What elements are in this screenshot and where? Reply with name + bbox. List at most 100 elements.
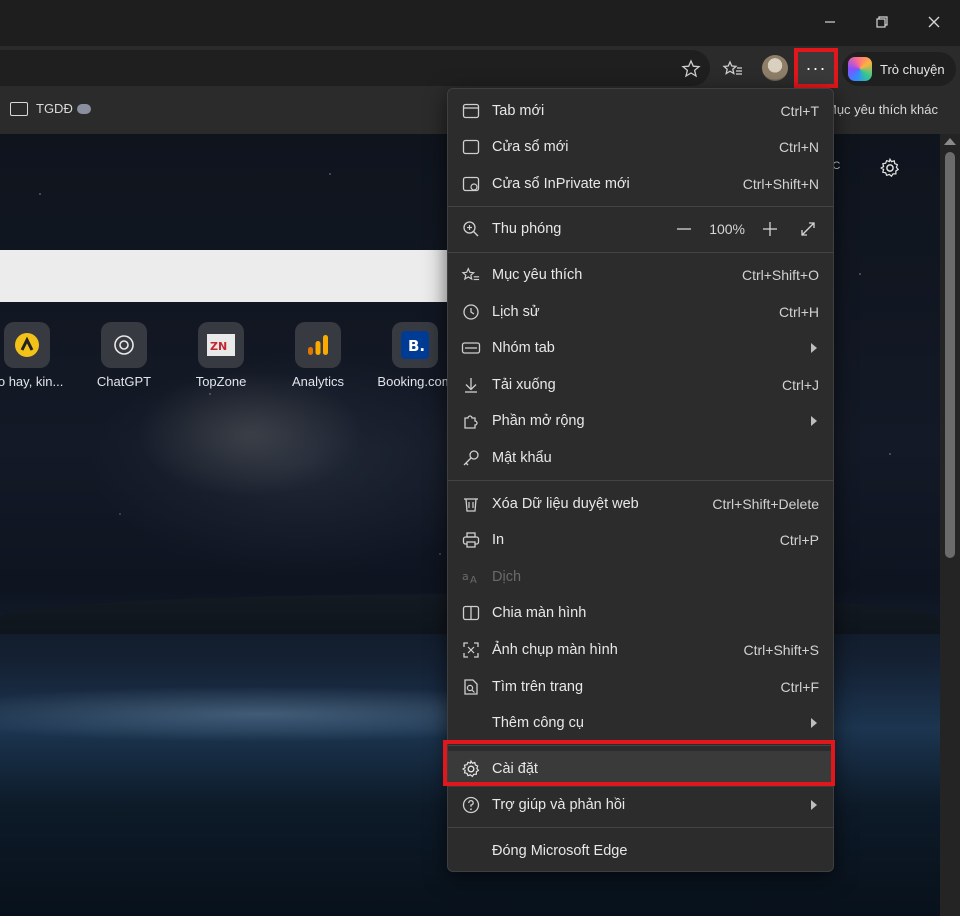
menu-item-help-and-feedback[interactable]: Trợ giúp và phản hồi bbox=[448, 787, 833, 823]
page-settings-button[interactable] bbox=[876, 154, 904, 182]
menu-item-shortcut: Ctrl+F bbox=[780, 679, 820, 695]
toolbar: ··· Trò chuyện bbox=[0, 46, 960, 92]
restore-button[interactable] bbox=[866, 8, 898, 36]
copilot-icon bbox=[848, 57, 872, 81]
screenshot-icon bbox=[460, 639, 482, 661]
zoom-out-button[interactable] bbox=[671, 216, 697, 242]
settings-highlight-box bbox=[443, 740, 835, 786]
zoom-level: 100% bbox=[709, 221, 745, 237]
menu-item-history[interactable]: Lịch sử Ctrl+H bbox=[448, 294, 833, 330]
web-search-box[interactable] bbox=[0, 250, 460, 302]
quick-link-tile[interactable]: ChatGPT bbox=[79, 322, 169, 389]
menu-item-label: Ảnh chụp màn hình bbox=[492, 642, 618, 658]
menu-item-print[interactable]: In Ctrl+P bbox=[448, 522, 833, 558]
svg-text:a: a bbox=[462, 570, 469, 583]
gamepad-icon bbox=[76, 103, 91, 114]
chat-label: Trò chuyện bbox=[880, 61, 945, 77]
menu-item-close-edge[interactable]: Đóng Microsoft Edge bbox=[448, 833, 833, 869]
history-icon bbox=[460, 301, 482, 323]
menu-item-label: Mật khẩu bbox=[492, 450, 552, 466]
favorites-button[interactable] bbox=[718, 54, 748, 84]
menu-item-new-tab[interactable]: Tab mới Ctrl+T bbox=[448, 93, 833, 129]
copilot-chat-button[interactable]: Trò chuyện bbox=[842, 52, 956, 86]
cat-icon bbox=[4, 322, 50, 368]
menu-item-shortcut: Ctrl+Shift+O bbox=[741, 267, 819, 283]
menu-item-passwords[interactable]: Mật khẩu bbox=[448, 440, 833, 476]
menu-item-label: Thu phóng bbox=[492, 221, 562, 237]
minus-icon bbox=[677, 228, 692, 230]
scroll-up-icon[interactable] bbox=[944, 138, 956, 145]
new-tab-icon bbox=[460, 100, 482, 122]
favorites-icon bbox=[460, 264, 482, 286]
folder-icon bbox=[10, 101, 28, 116]
menu-divider bbox=[448, 480, 833, 481]
menu-item-label: Cửa sổ mới bbox=[492, 139, 569, 155]
new-window-icon bbox=[460, 136, 482, 158]
menu-item-screenshot[interactable]: Ảnh chụp màn hình Ctrl+Shift+S bbox=[448, 632, 833, 668]
menu-item-shortcut: Ctrl+P bbox=[779, 532, 819, 548]
booking-icon: B. bbox=[392, 322, 438, 368]
svg-text:ZN: ZN bbox=[210, 340, 227, 353]
menu-item-label: Mục yêu thích bbox=[492, 267, 583, 283]
menu-item-label: Nhóm tab bbox=[492, 340, 555, 356]
favorites-folder-tgdd[interactable]: TGDĐ bbox=[10, 101, 91, 116]
menu-item-new-window[interactable]: Cửa sổ mới Ctrl+N bbox=[448, 129, 833, 165]
add-favorite-button[interactable] bbox=[676, 54, 706, 84]
download-icon bbox=[460, 374, 482, 396]
submenu-arrow-icon bbox=[811, 416, 817, 426]
menu-item-extensions[interactable]: Phần mở rộng bbox=[448, 403, 833, 439]
svg-text:B.: B. bbox=[408, 337, 425, 355]
settings-and-more-button[interactable]: ··· bbox=[794, 48, 838, 88]
menu-item-downloads[interactable]: Tải xuống Ctrl+J bbox=[448, 367, 833, 403]
scrollbar-thumb[interactable] bbox=[945, 152, 955, 558]
minimize-button[interactable] bbox=[814, 8, 846, 36]
menu-item-new-inprivate-window[interactable]: Cửa sổ InPrivate mới Ctrl+Shift+N bbox=[448, 166, 833, 202]
address-bar[interactable] bbox=[0, 50, 710, 86]
menu-item-translate: aA Dịch bbox=[448, 559, 833, 595]
menu-item-shortcut: Ctrl+N bbox=[778, 139, 819, 155]
menu-item-shortcut: Ctrl+Shift+N bbox=[742, 176, 819, 192]
other-favorites[interactable]: Mục yêu thích khác bbox=[826, 102, 938, 117]
key-icon bbox=[460, 447, 482, 469]
full-screen-button[interactable] bbox=[795, 216, 821, 242]
analytics-icon bbox=[295, 322, 341, 368]
minimize-icon bbox=[825, 21, 835, 23]
submenu-arrow-icon bbox=[811, 718, 817, 728]
star-icon bbox=[681, 59, 701, 78]
profile-avatar[interactable] bbox=[762, 55, 788, 81]
quick-link-tile[interactable]: ZN TopZone bbox=[176, 322, 266, 389]
quick-link-label: eo hay, kin... bbox=[0, 374, 64, 389]
close-window-button[interactable] bbox=[918, 8, 950, 36]
submenu-arrow-icon bbox=[811, 343, 817, 353]
menu-item-label: Tìm trên trang bbox=[492, 679, 584, 695]
tab-groups-icon bbox=[460, 337, 482, 359]
topzone-icon: ZN bbox=[198, 322, 244, 368]
extensions-icon bbox=[460, 410, 482, 432]
more-dots-icon: ··· bbox=[805, 57, 827, 78]
menu-item-clear-browsing-data[interactable]: Xóa Dữ liệu duyệt web Ctrl+Shift+Delete bbox=[448, 486, 833, 522]
zoom-in-button[interactable] bbox=[757, 216, 783, 242]
menu-item-favorites[interactable]: Mục yêu thích Ctrl+Shift+O bbox=[448, 257, 833, 293]
menu-item-label: Thêm công cụ bbox=[492, 715, 584, 731]
menu-divider bbox=[448, 827, 833, 828]
gear-icon bbox=[880, 157, 900, 178]
find-icon bbox=[460, 676, 482, 698]
help-icon bbox=[460, 794, 482, 816]
submenu-arrow-icon bbox=[811, 800, 817, 810]
menu-item-shortcut: Ctrl+Shift+S bbox=[743, 642, 819, 658]
menu-item-label: Dịch bbox=[492, 569, 522, 585]
menu-item-more-tools[interactable]: Thêm công cụ bbox=[448, 705, 833, 741]
menu-item-split-screen[interactable]: Chia màn hình bbox=[448, 595, 833, 631]
menu-item-zoom: Thu phóng 100% bbox=[448, 211, 833, 247]
svg-text:A: A bbox=[470, 575, 477, 586]
quick-link-tile[interactable]: eo hay, kin... bbox=[0, 322, 72, 389]
favorites-folder-label: TGDĐ bbox=[36, 101, 73, 116]
menu-item-shortcut: Ctrl+J bbox=[782, 377, 819, 393]
print-icon bbox=[460, 529, 482, 551]
quick-link-tile[interactable]: Analytics bbox=[273, 322, 363, 389]
menu-item-tab-groups[interactable]: Nhóm tab bbox=[448, 330, 833, 366]
menu-item-find-on-page[interactable]: Tìm trên trang Ctrl+F bbox=[448, 669, 833, 705]
zoom-icon bbox=[460, 218, 482, 240]
zoom-controls: 100% bbox=[671, 216, 821, 242]
translate-icon: aA bbox=[460, 566, 482, 588]
